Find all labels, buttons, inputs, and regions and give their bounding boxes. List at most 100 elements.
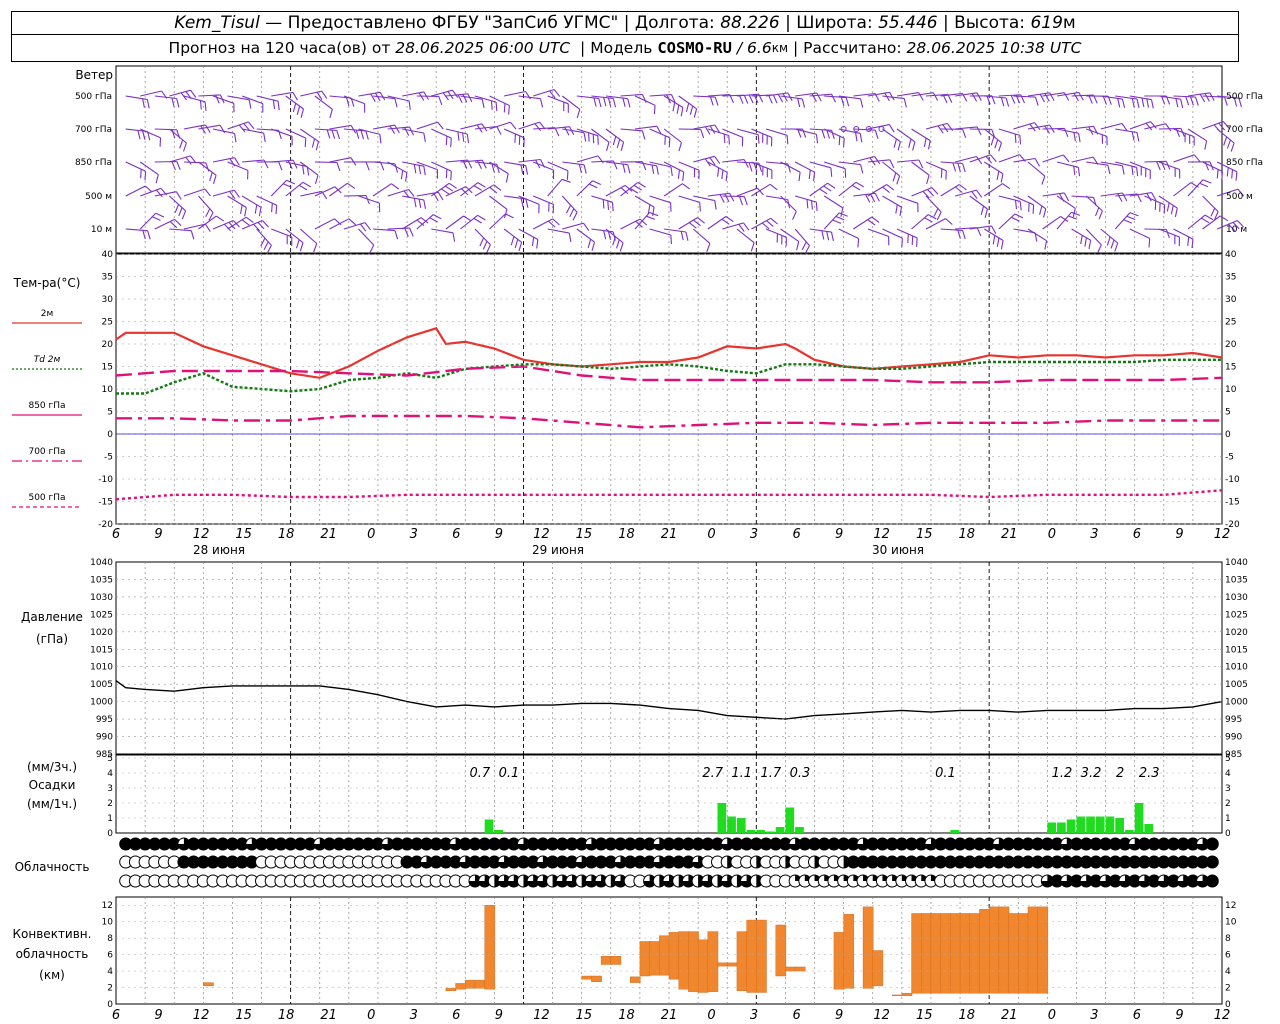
wind-barb bbox=[998, 128, 1022, 145]
wind-barb bbox=[751, 217, 778, 230]
wind-barb-feather bbox=[697, 217, 705, 224]
wind-barb-feather bbox=[442, 92, 449, 101]
wind-barb-feather bbox=[271, 203, 273, 213]
wind-barb-feather bbox=[1002, 183, 1011, 190]
wind-barb-feather bbox=[819, 188, 828, 195]
wind-barb-feather bbox=[717, 167, 720, 177]
wind-barb-feather bbox=[400, 170, 404, 180]
wind-barb bbox=[1202, 95, 1228, 106]
wind-barb-feather bbox=[812, 172, 816, 182]
convective-bar bbox=[629, 976, 641, 983]
hour-label-bottom: 3 bbox=[410, 1008, 418, 1023]
wind-barb-staff bbox=[692, 228, 711, 244]
temp-tick-left: -10 bbox=[98, 475, 113, 485]
press-tick-right: 995 bbox=[1225, 715, 1242, 725]
wind-barb-feather bbox=[477, 182, 486, 188]
temp-tick-left: 30 bbox=[102, 295, 114, 305]
wind-barb bbox=[474, 184, 502, 197]
wind-barb-staff bbox=[823, 195, 844, 209]
press-tick-left: 995 bbox=[96, 715, 113, 725]
wind-barb-staff bbox=[1027, 195, 1047, 210]
wind-barb-feather bbox=[874, 156, 881, 165]
wind-barb bbox=[125, 185, 153, 197]
hour-label-bottom: 6 bbox=[1133, 1008, 1141, 1023]
wind-barb-feather bbox=[1014, 213, 1024, 219]
wind-barb-feather bbox=[1131, 131, 1135, 141]
wind-barb-feather bbox=[976, 126, 982, 136]
temp-tick-right: 35 bbox=[1225, 273, 1236, 283]
wind-barb-feather bbox=[996, 170, 1000, 181]
wind-barb-staff bbox=[431, 228, 454, 234]
precip-bar bbox=[484, 819, 494, 833]
wind-barb-staff bbox=[489, 121, 511, 130]
wind-barb-staff bbox=[256, 228, 272, 246]
wind-barb-feather bbox=[178, 207, 183, 217]
wind-barb-staff bbox=[198, 94, 221, 97]
wind-barb bbox=[256, 161, 283, 171]
convective-bar bbox=[988, 906, 1000, 994]
wind-barb-feather bbox=[1231, 169, 1234, 179]
conv-tick-left: 6 bbox=[107, 951, 113, 961]
wind-barb-staff bbox=[140, 90, 162, 97]
press-tick-left: 1005 bbox=[90, 680, 113, 690]
wind-barb-feather bbox=[677, 169, 680, 179]
wind-barb-feather bbox=[509, 121, 517, 130]
precip-bar bbox=[1066, 819, 1076, 833]
temp-series-line bbox=[115, 489, 1223, 501]
wind-barb-feather bbox=[796, 241, 800, 251]
wind-barb-feather bbox=[263, 133, 266, 143]
wind-barb bbox=[882, 95, 907, 108]
temperature-title: Тем-ра(°C) bbox=[13, 276, 81, 290]
wind-barb-staff bbox=[431, 128, 452, 139]
wind-barb bbox=[838, 228, 860, 248]
wind-barb-feather bbox=[239, 204, 243, 214]
wind-barb-feather bbox=[1204, 140, 1208, 150]
wind-barb-feather bbox=[587, 239, 592, 249]
wind-barb bbox=[445, 93, 473, 104]
wind-barb bbox=[416, 214, 442, 230]
wind-barb bbox=[1042, 215, 1069, 230]
wind-barb-feather bbox=[907, 233, 909, 244]
wind-barb bbox=[227, 161, 249, 180]
wind-barb-feather bbox=[205, 124, 211, 133]
wind-barb-feather bbox=[1121, 98, 1126, 108]
wind-barb-feather bbox=[688, 222, 697, 229]
wind-barb-feather bbox=[633, 184, 642, 191]
wind-barb-feather bbox=[137, 130, 141, 140]
press-tick-right: 1020 bbox=[1225, 628, 1248, 638]
wind-barb-feather bbox=[886, 184, 895, 191]
wind-barb bbox=[1144, 160, 1171, 171]
wind-barb-feather bbox=[1223, 136, 1228, 146]
temp-tick-left: 35 bbox=[102, 273, 113, 283]
wind-barb-feather bbox=[418, 199, 422, 208]
wind-barb bbox=[809, 228, 834, 242]
convective-bar bbox=[950, 913, 961, 994]
wind-barb-staff bbox=[809, 182, 828, 197]
wind-barb bbox=[169, 228, 195, 240]
wind-barb-staff bbox=[1129, 228, 1150, 239]
wind-barb bbox=[125, 228, 151, 240]
precip-tick-left: 5 bbox=[107, 754, 113, 764]
wind-barb-feather bbox=[1041, 175, 1046, 185]
hour-label-bottom: 18 bbox=[618, 1008, 635, 1023]
wind-barb-feather bbox=[893, 138, 897, 148]
wind-barb-feather bbox=[520, 164, 524, 174]
wind-barb-feather bbox=[479, 237, 485, 247]
wind-barb-feather bbox=[548, 220, 556, 228]
convective-bar bbox=[998, 906, 1010, 994]
wind-barb-staff bbox=[998, 213, 1016, 230]
wind-barb-feather bbox=[603, 97, 607, 107]
wind-barb-staff bbox=[940, 161, 963, 165]
wind-barb-feather bbox=[647, 204, 651, 214]
wind-barb-feather bbox=[204, 223, 211, 232]
wind-barb bbox=[300, 128, 320, 151]
wind-barb-feather bbox=[413, 198, 417, 208]
wind-barb-feather bbox=[1078, 92, 1084, 101]
wind-barb-feather bbox=[1062, 154, 1070, 163]
hour-label-temp: 9 bbox=[154, 527, 162, 542]
precip-bar bbox=[795, 827, 804, 833]
wind-barb-feather bbox=[653, 105, 656, 115]
wind-barb-feather bbox=[592, 180, 602, 185]
precip-bar bbox=[1086, 816, 1095, 833]
wind-barb bbox=[125, 161, 147, 181]
